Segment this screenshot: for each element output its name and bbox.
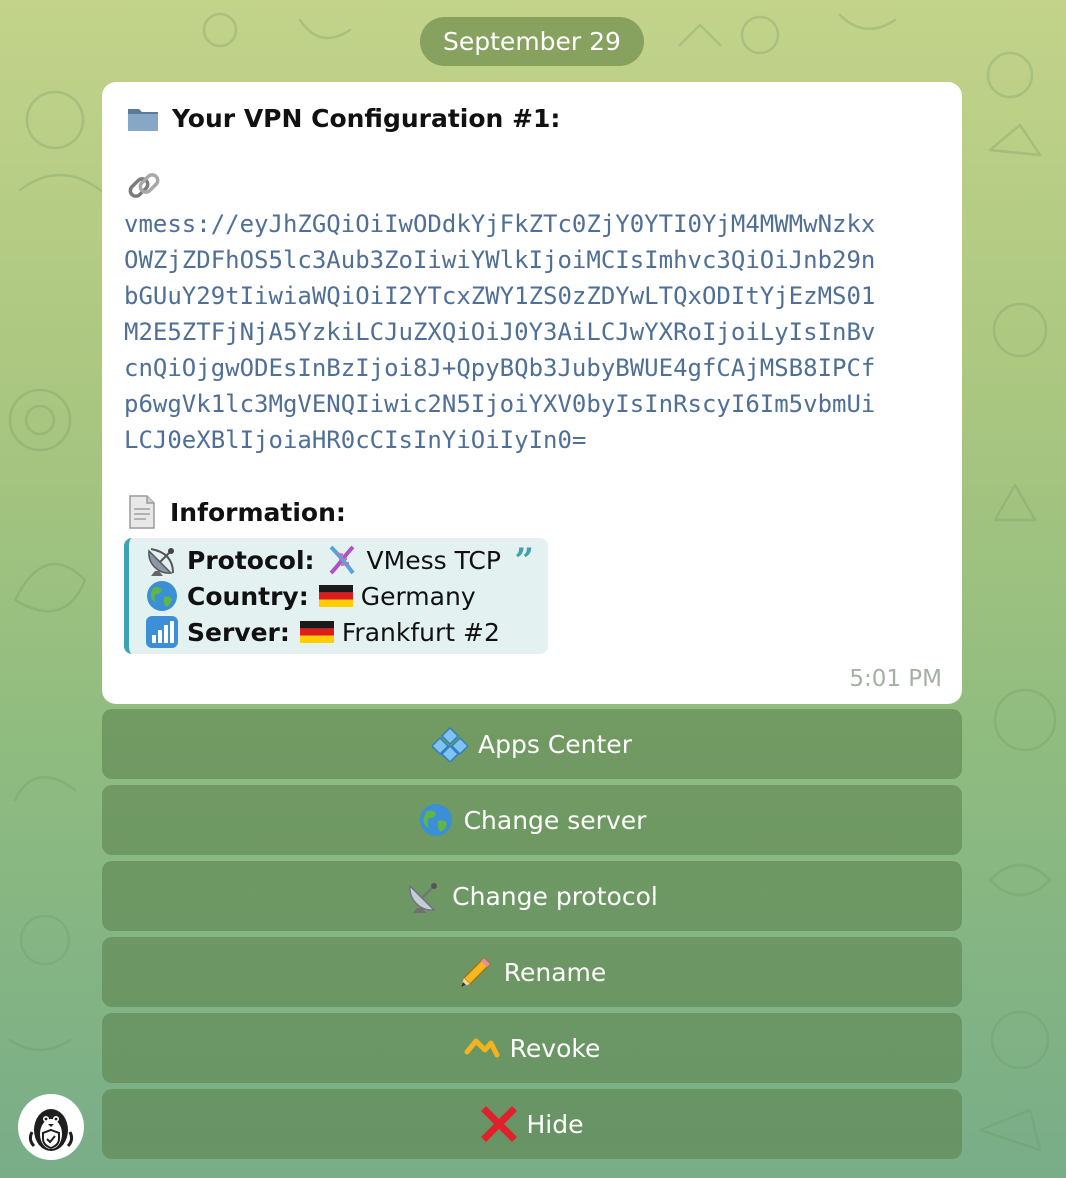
server-row: Server: Frankfurt #2: [145, 614, 500, 650]
message-bubble: Your VPN Configuration #1: vmess://eyJhZ…: [102, 82, 962, 704]
message-timestamp: 5:01 PM: [849, 666, 942, 692]
red-x-icon: [480, 1106, 517, 1142]
revoke-chart-icon: [464, 1038, 500, 1058]
config-line: bGUuY29tIiwiaWQiOiI2YTcxZWY1ZS0zZDYwLTQx…: [124, 282, 876, 310]
server-value: Frankfurt #2: [341, 617, 500, 647]
satellite-antenna-icon: [409, 883, 438, 913]
config-line: p6wgVk1lc3MgVENQIiwic2N5IjoiYXV0byIsInRs…: [124, 390, 876, 418]
vpn-config-link[interactable]: vmess://eyJhZGQiOiIwODdkYjFkZTc0ZjY0YTI0…: [124, 206, 944, 458]
apps-diamond-icon: [432, 726, 469, 762]
config-line: cnQiOjgwODEsInBzIjoi8J+QpyBQb3JubyBWUE4g…: [124, 354, 876, 382]
change-protocol-label: Change protocol: [452, 881, 658, 911]
pencil-icon: [460, 957, 491, 987]
country-value: Germany: [360, 581, 476, 611]
details-quote-block: ” Protocol: VMess TCP Country: Germany S…: [124, 538, 548, 654]
country-label: Country:: [187, 581, 309, 611]
signal-bars-icon: [146, 616, 178, 648]
satellite-antenna-icon: [148, 548, 174, 576]
config-line: vmess://eyJhZGQiOiIwODdkYjFkZTc0ZjY0YTI0…: [124, 210, 876, 238]
protocol-row: Protocol: VMess TCP: [145, 542, 501, 578]
rename-label: Rename: [503, 957, 607, 987]
date-separator: September 29: [420, 17, 644, 66]
quote-icon: ”: [514, 541, 534, 581]
rename-button[interactable]: Rename: [102, 937, 962, 1007]
revoke-label: Revoke: [509, 1033, 601, 1063]
message-title-line: Your VPN Configuration #1:: [126, 100, 560, 136]
hide-label: Hide: [526, 1109, 584, 1139]
apps-center-button[interactable]: Apps Center: [102, 709, 962, 779]
file-folder-icon: [128, 109, 158, 131]
change-server-button[interactable]: Change server: [102, 785, 962, 855]
penguin-logo-icon: [28, 1109, 74, 1151]
hide-button[interactable]: Hide: [102, 1089, 962, 1159]
config-line: OWZjZDFhOS5lc3Aub3ZoIiwiYWlkIjoiMCIsImhv…: [124, 246, 876, 274]
globe-icon: [147, 581, 177, 611]
revoke-button[interactable]: Revoke: [102, 1013, 962, 1083]
page-document-icon: [129, 495, 155, 529]
change-protocol-button[interactable]: Change protocol: [102, 861, 962, 931]
information-heading-line: Information:: [126, 494, 346, 530]
protocol-value: VMess TCP: [366, 545, 501, 575]
bot-avatar[interactable]: [18, 1094, 84, 1160]
change-server-label: Change server: [463, 805, 647, 835]
protocol-label: Protocol:: [187, 545, 315, 575]
globe-icon: [419, 804, 452, 836]
apps-center-label: Apps Center: [478, 729, 632, 759]
message-title: Your VPN Configuration #1:: [172, 103, 561, 133]
germany-flag-icon: [318, 585, 353, 607]
config-line: M2E5ZTFjNjA5YzkiLCJuZXQiOiJ0Y3AiLCJwYXRo…: [124, 318, 876, 346]
config-line: LCJ0eXBlIjoiaHR0cCIsInYiOiIyIn0=: [124, 426, 587, 454]
country-row: Country: Germany: [145, 578, 476, 614]
link-chain-icon: [128, 173, 160, 198]
germany-flag-icon: [299, 621, 334, 643]
information-heading: Information:: [170, 497, 346, 527]
dna-icon: [329, 545, 355, 575]
server-label: Server:: [187, 617, 290, 647]
